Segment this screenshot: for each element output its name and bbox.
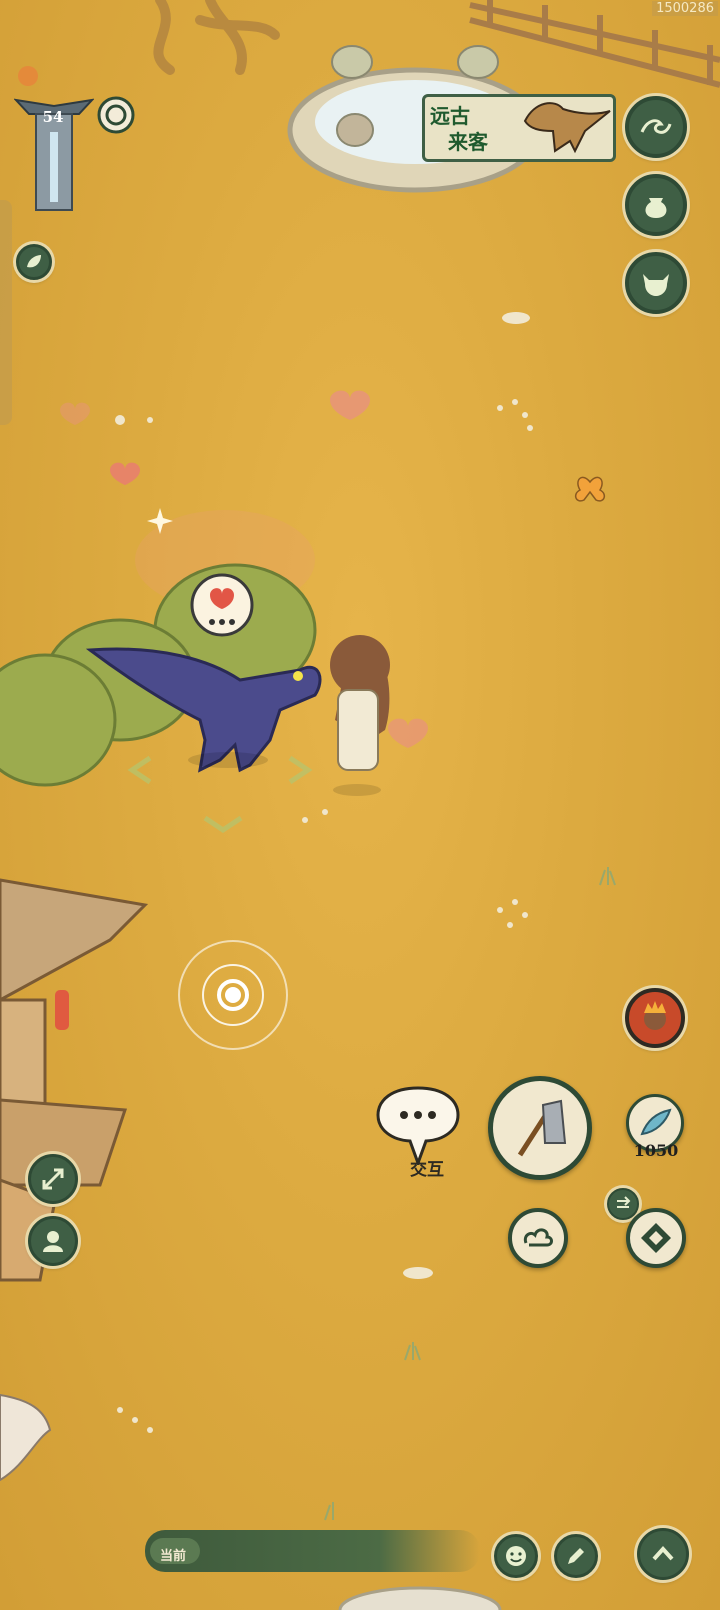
refresh-button[interactable] [97,96,135,134]
pouch-icon [645,198,667,218]
notification-dot [18,66,38,86]
swap-icon [617,1196,631,1208]
player-level: 54 [42,108,64,126]
side-drawer-handle[interactable] [0,200,12,425]
cloud-icon [523,1228,553,1247]
wooden-house [0,878,149,1282]
chat-channel-label: 当前 [160,1549,187,1564]
interact-button[interactable] [376,1085,460,1168]
expand-menu-button[interactable] [637,1528,689,1580]
leaf-button[interactable] [16,244,52,280]
axe-tool-button[interactable] [488,1076,592,1180]
game-scene[interactable]: 1500286 54 远古 来客 交互 1050 当前 [0,0,720,1610]
emote-button[interactable] [494,1534,538,1578]
pen-icon [568,1548,584,1564]
write-button[interactable] [554,1534,598,1578]
cloud-skill-button[interactable] [508,1208,568,1268]
speech-bubble-icon [376,1086,460,1168]
event-title-line2: 来客 [448,130,488,154]
wave-menu-button[interactable] [625,96,687,158]
ox-head-icon [643,274,669,296]
companion-skill-button[interactable] [625,988,685,1048]
wave-icon [640,119,672,134]
player-uid: 1500286 [652,1,718,16]
swap-button[interactable] [607,1188,639,1220]
creature-button[interactable] [625,252,687,314]
leaf-icon [27,255,41,268]
diamond-icon [641,1223,671,1253]
feather-icon [640,1108,672,1136]
expand-button[interactable] [28,1154,78,1204]
diamond-skill-button[interactable] [626,1208,686,1268]
axe-icon [517,1099,567,1157]
virtual-joystick[interactable] [178,940,288,1050]
ground-decorations [0,0,720,1610]
interact-label: 交互 [410,1160,444,1180]
joystick-icon [202,964,264,1026]
event-title-line1: 远古 [430,104,470,128]
fire-spirit-icon [644,1001,666,1030]
smiley-icon [506,1546,526,1566]
refresh-icon [97,96,135,134]
currency-amount: 1050 [633,1141,679,1160]
chevron-up-icon [652,1546,674,1561]
person-icon [43,1231,63,1252]
dinosaur-icon [523,102,611,154]
player-character [330,635,390,796]
bag-button[interactable] [625,174,687,236]
expand-arrows-icon [42,1168,64,1190]
character-button[interactable] [28,1216,78,1266]
